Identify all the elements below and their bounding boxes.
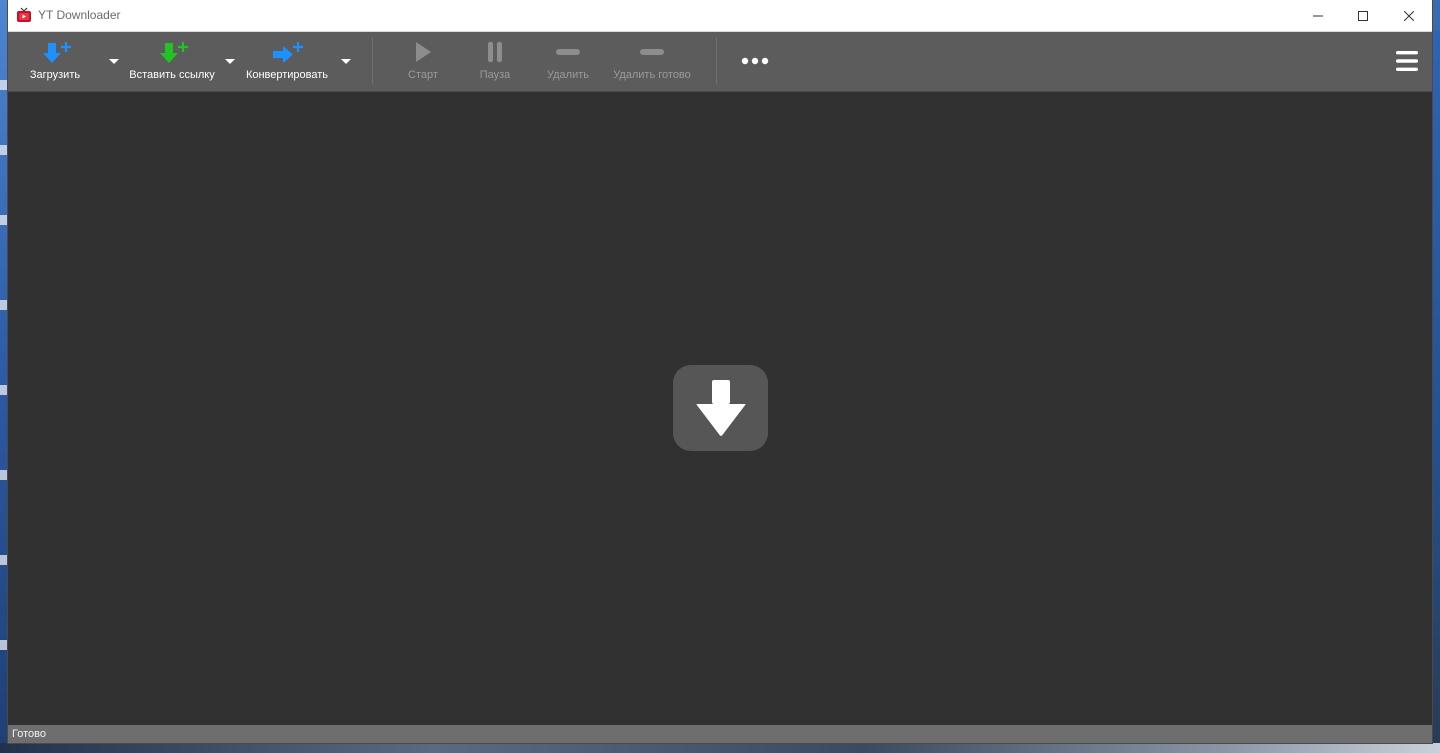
pause-icon — [488, 42, 502, 62]
desktop-icon[interactable] — [0, 80, 8, 90]
desktop-background-right — [1432, 30, 1440, 743]
delete-done-button[interactable]: Удалить готово — [606, 32, 698, 90]
download-label: Загрузить — [29, 69, 81, 81]
download-dropdown-caret-icon[interactable] — [108, 56, 120, 66]
delete-done-label: Удалить готово — [613, 69, 691, 81]
arrow-down-plus-icon — [43, 42, 71, 63]
paste-dropdown-caret-icon[interactable] — [224, 56, 236, 66]
arrow-right-plus-icon — [273, 42, 303, 63]
ellipsis-icon — [741, 57, 769, 65]
pause-button[interactable]: Пауза — [464, 32, 526, 90]
desktop-icons-strip — [0, 0, 8, 753]
desktop-icon[interactable] — [0, 300, 8, 310]
paste-link-label: Вставить ссылку — [129, 69, 215, 81]
status-bar: Готово — [8, 725, 1432, 743]
convert-button[interactable]: Конвертировать — [240, 32, 334, 90]
hamburger-icon — [1396, 51, 1418, 71]
arrow-down-plus-green-icon — [160, 42, 188, 63]
desktop-icon[interactable] — [0, 145, 8, 155]
download-arrow-icon — [696, 380, 746, 436]
minus-icon — [640, 49, 664, 55]
close-button[interactable] — [1386, 0, 1432, 31]
toolbar: Загрузить Вставить ссылку Конвертировать… — [8, 32, 1432, 92]
window-title: YT Downloader — [38, 8, 121, 22]
convert-label: Конвертировать — [245, 69, 329, 81]
toolbar-separator — [716, 37, 717, 85]
title-bar[interactable]: YT Downloader — [8, 0, 1432, 32]
desktop-icon[interactable] — [0, 385, 8, 395]
drop-zone-tile[interactable] — [673, 365, 768, 451]
pause-label: Пауза — [479, 69, 511, 81]
start-label: Старт — [408, 69, 438, 81]
convert-dropdown-caret-icon[interactable] — [340, 56, 352, 66]
minus-icon — [556, 49, 580, 55]
app-tv-icon — [16, 7, 32, 23]
close-icon — [1404, 10, 1414, 21]
taskbar-strip — [0, 743, 1440, 753]
minimize-button[interactable] — [1295, 0, 1341, 31]
status-text: Готово — [12, 728, 46, 740]
desktop-icon[interactable] — [0, 470, 8, 480]
maximize-button[interactable] — [1340, 0, 1386, 31]
download-button[interactable]: Загрузить — [18, 32, 92, 90]
app-window: YT Downloader Загрузить Вставить ссылку … — [8, 0, 1432, 743]
minimize-icon — [1313, 15, 1323, 16]
play-icon — [416, 42, 431, 62]
start-button[interactable]: Старт — [392, 32, 454, 90]
main-menu-button[interactable] — [1386, 32, 1428, 90]
desktop-icon[interactable] — [0, 555, 8, 565]
maximize-icon — [1358, 10, 1368, 21]
toolbar-separator — [372, 37, 373, 85]
delete-label: Удалить — [547, 69, 589, 81]
paste-link-button[interactable]: Вставить ссылку — [124, 32, 220, 90]
download-list-area[interactable] — [8, 92, 1432, 725]
more-button[interactable] — [734, 32, 776, 90]
desktop-icon[interactable] — [0, 215, 8, 225]
delete-button[interactable]: Удалить — [536, 32, 600, 90]
desktop-icon[interactable] — [0, 640, 8, 650]
